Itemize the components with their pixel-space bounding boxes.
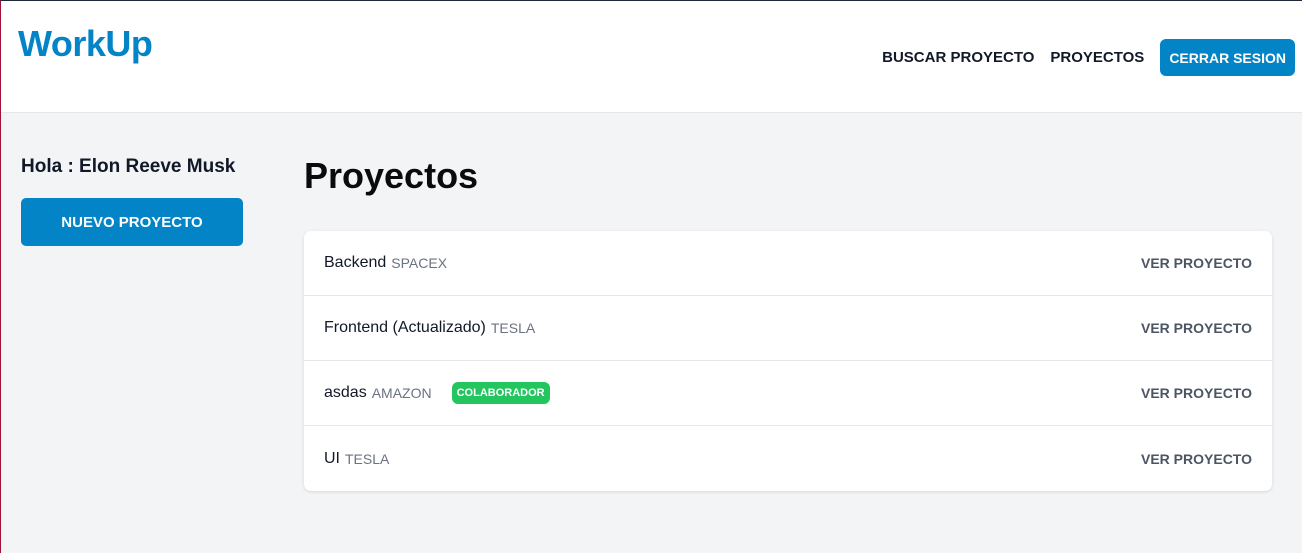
app-window: WorkUp BUSCAR PROYECTO PROYECTOS CERRAR … [0, 0, 1302, 553]
project-company: AMAZON [371, 385, 432, 401]
project-name: UI [324, 449, 340, 467]
project-company: TESLA [490, 320, 536, 336]
project-company: SPACEX [391, 255, 448, 271]
view-project-button[interactable]: VER PROYECTO [1141, 255, 1252, 271]
project-name: asdas [324, 384, 367, 401]
project-name: Backend [324, 254, 387, 271]
view-project-button[interactable]: VER PROYECTO [1141, 451, 1252, 467]
new-project-button[interactable]: NUEVO PROYECTO [21, 198, 243, 246]
project-company: TESLA [345, 450, 390, 467]
page-title: Proyectos [304, 155, 479, 196]
project-name: Frontend (Actualizado) [324, 319, 486, 336]
project-info: Backend SPACEX [324, 254, 447, 272]
project-row: Backend SPACEX VER PROYECTO [304, 231, 1272, 296]
project-info: asdas AMAZON COLABORADOR [324, 382, 550, 404]
view-project-button[interactable]: VER PROYECTO [1141, 385, 1252, 401]
main-content: Proyectos Backend SPACEX VER PROYECTO Fr… [304, 155, 1272, 491]
project-info: UI TESLA [324, 450, 389, 468]
logo[interactable]: WorkUp [18, 23, 153, 65]
projects-list: Backend SPACEX VER PROYECTO Frontend (Ac… [304, 231, 1272, 491]
project-row: Frontend (Actualizado) TESLA VER PROYECT… [304, 296, 1272, 361]
logout-button[interactable]: CERRAR SESION [1160, 39, 1295, 76]
view-project-button[interactable]: VER PROYECTO [1141, 320, 1252, 336]
collaborator-badge: COLABORADOR [451, 382, 550, 404]
sidebar: Hola : Elon Reeve Musk NUEVO PROYECTO [21, 156, 243, 246]
top-header: WorkUp BUSCAR PROYECTO PROYECTOS CERRAR … [1, 1, 1302, 113]
project-row: UI TESLA VER PROYECTO [304, 426, 1272, 491]
nav-search-project-link[interactable]: BUSCAR PROYECTO [882, 49, 1034, 66]
project-row: asdas AMAZON COLABORADOR VER PROYECTO [304, 361, 1272, 426]
main-nav: BUSCAR PROYECTO PROYECTOS CERRAR SESION [882, 39, 1295, 76]
project-info: Frontend (Actualizado) TESLA [324, 319, 535, 337]
user-greeting: Hola : Elon Reeve Musk [21, 156, 236, 177]
nav-projects-link[interactable]: PROYECTOS [1050, 49, 1144, 66]
